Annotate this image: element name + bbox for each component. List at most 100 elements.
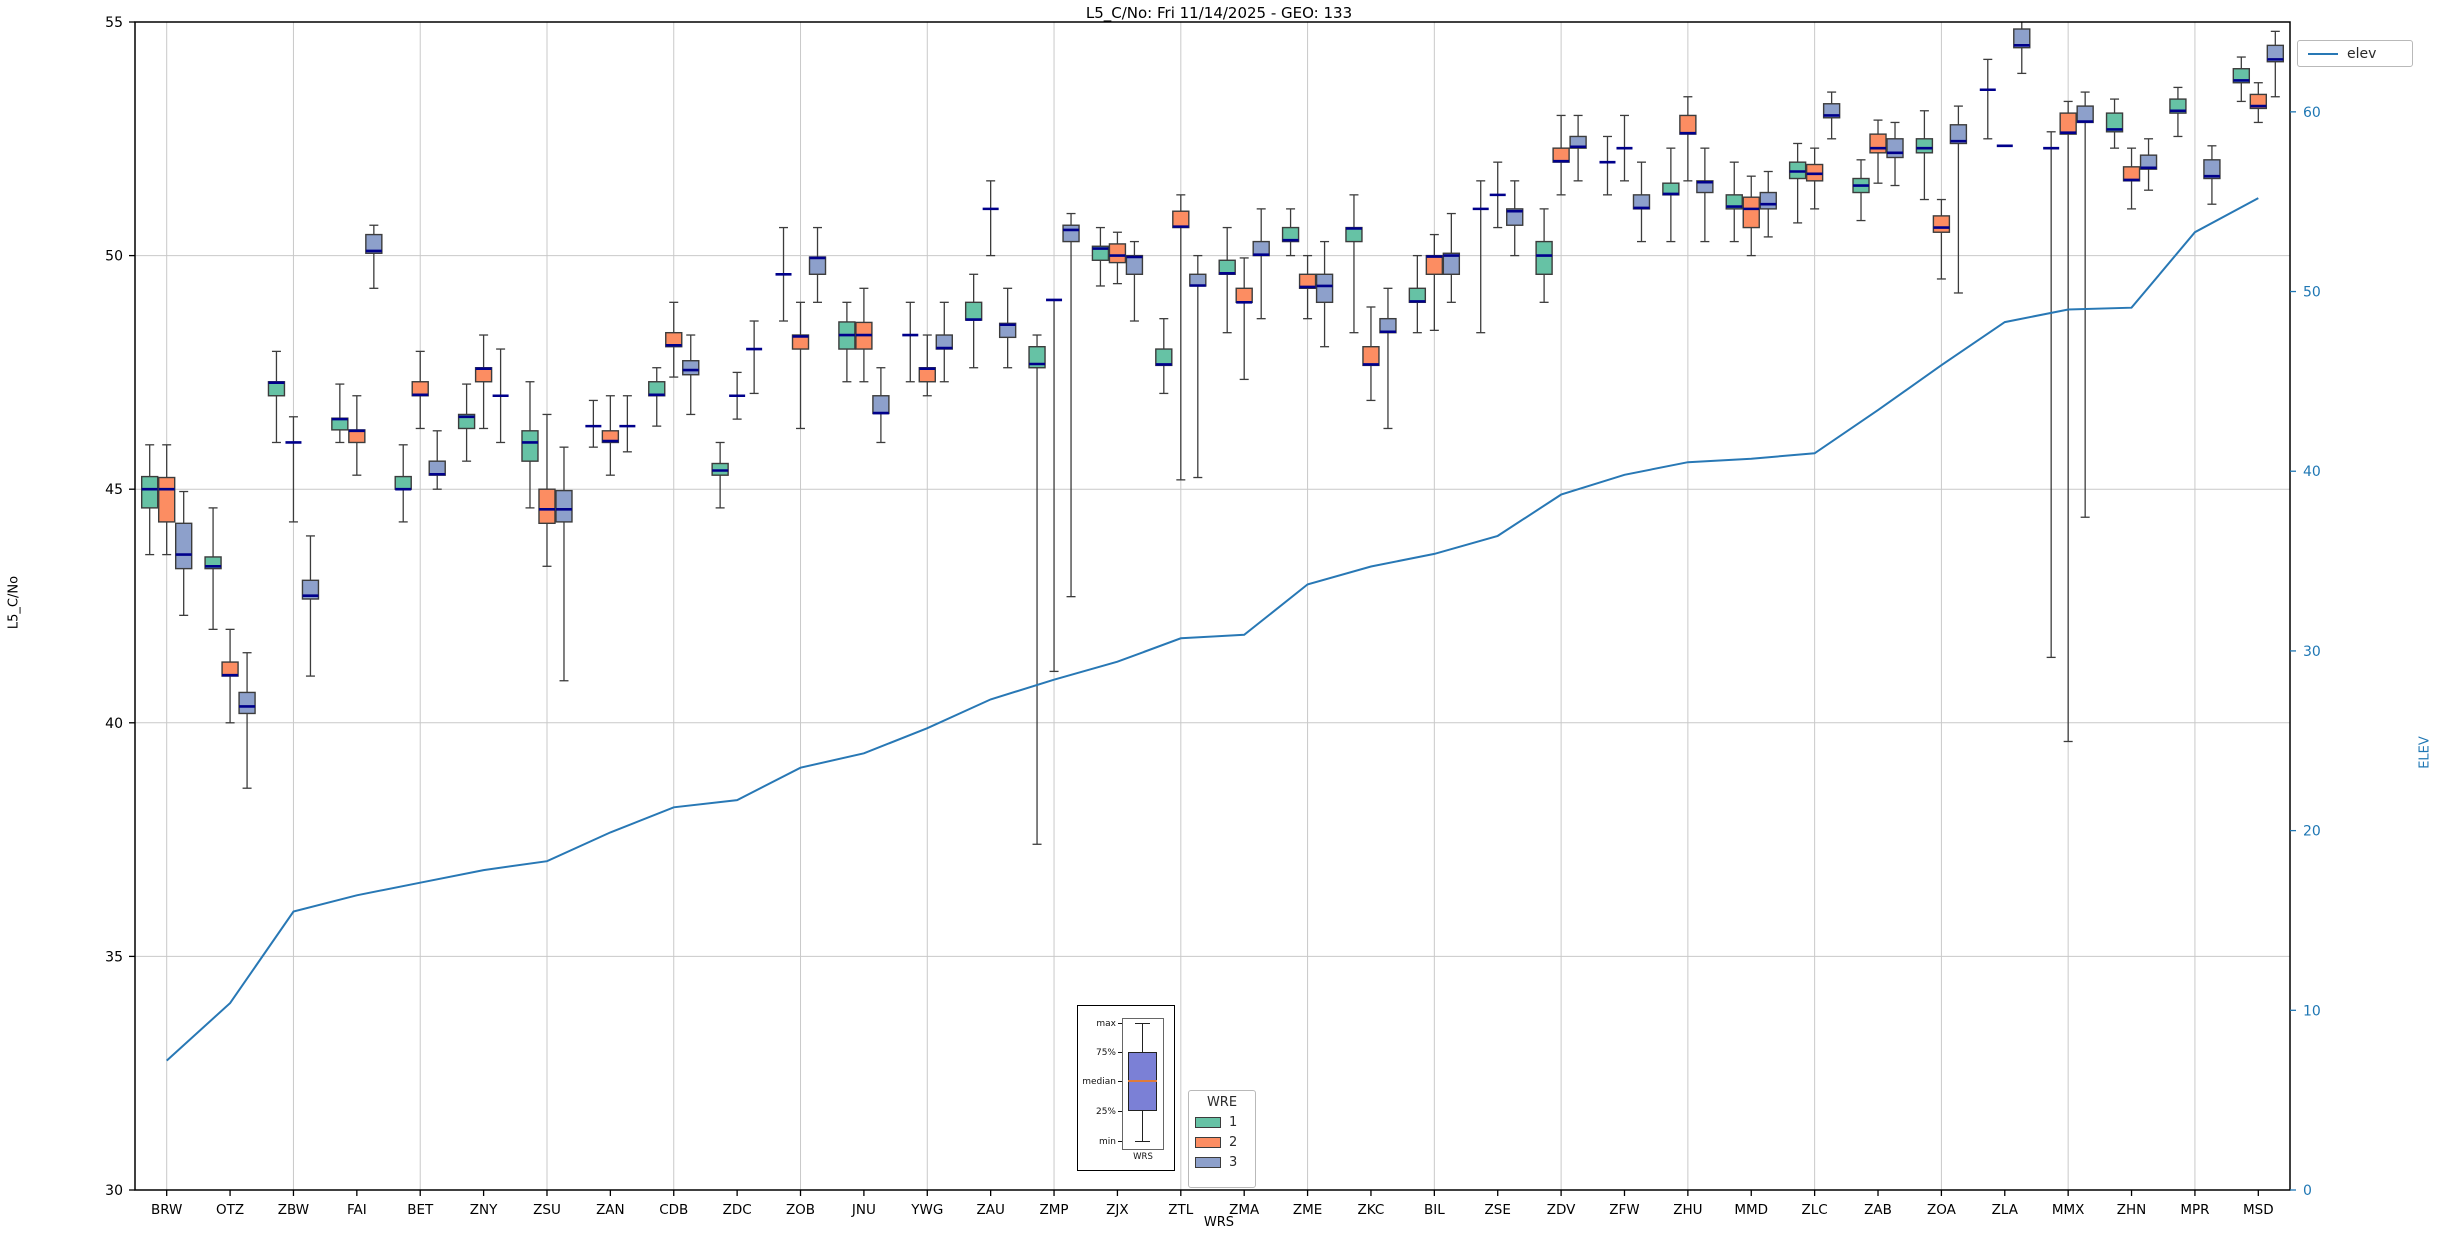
wre-legend-title: WRE — [1206, 1095, 1238, 1110]
box-ZAB-wre2 — [1869, 133, 1887, 154]
box-BET-wre1 — [394, 475, 412, 490]
station-MMX — [2043, 91, 2094, 743]
wre-legend-item-2: 2 — [1195, 1135, 1249, 1150]
elev-line — [166, 197, 2259, 1062]
box-ZMP-wre3 — [1062, 224, 1080, 243]
station-ZHN — [2105, 98, 2158, 210]
wre2-label: 2 — [1229, 1135, 1238, 1150]
ytick-right-60: 60 — [2303, 105, 2321, 121]
box-OTZ-wre3 — [238, 691, 256, 715]
box-CDB-wre3 — [682, 360, 700, 376]
ytick-right-0: 0 — [2303, 1183, 2312, 1199]
wre-legend: WRE 1 2 3 — [1188, 1090, 1256, 1188]
box-BRW-wre1 — [140, 475, 159, 509]
station-MMD — [1725, 161, 1777, 257]
station-OTZ — [204, 507, 256, 789]
wre-legend-item-3: 3 — [1195, 1155, 1249, 1170]
wre3-label: 3 — [1229, 1155, 1238, 1170]
axes: 3035404550550102030405060BRW OTZ ZBW FAI BET… — [105, 15, 2321, 1218]
gridlines — [135, 22, 2290, 1190]
station-ZJX — [1091, 226, 1144, 322]
inset-label-min: min — [1099, 1137, 1116, 1147]
box-ZJX-wre3 — [1125, 254, 1144, 275]
ytick-right-40: 40 — [2303, 464, 2321, 480]
station-ZKC — [1345, 194, 1397, 430]
plot-frame — [134, 21, 2291, 1191]
box-ZAB-wre3 — [1886, 138, 1904, 159]
box-ZAU-wre1 — [964, 301, 983, 321]
ytick-left-35: 35 — [105, 949, 123, 965]
inset-tick — [1118, 1111, 1122, 1112]
box-ZSU-wre1 — [521, 430, 539, 462]
box-MMX-wre3 — [2076, 105, 2094, 124]
box-ZOB-wre3 — [808, 256, 827, 275]
inset-median-line — [1128, 1080, 1157, 1082]
station-ZAU — [964, 180, 1017, 369]
inset-label-75: 75% — [1095, 1048, 1116, 1058]
box-ZMA-wre2 — [1235, 287, 1253, 304]
elev-legend-label: elev — [2347, 45, 2377, 62]
inset-label-max: max — [1096, 1019, 1116, 1029]
station-FAI — [331, 224, 383, 476]
box-ZME-wre3 — [1315, 273, 1334, 304]
station-ZDC — [711, 320, 763, 509]
box-ZJX-wre2 — [1108, 243, 1127, 264]
box-BRW-wre3 — [174, 522, 193, 570]
ytick-right-20: 20 — [2303, 824, 2321, 840]
box-ZTL-wre1 — [1155, 348, 1173, 367]
station-MSD — [2232, 30, 2285, 124]
ytick-left-50: 50 — [105, 249, 123, 265]
elev-line-swatch — [2308, 52, 2338, 55]
inset-whisker-cap-min — [1135, 1141, 1150, 1142]
box-ZHU-wre2 — [1679, 114, 1697, 135]
wre1-label: 1 — [1229, 1115, 1238, 1130]
box-ZKC-wre2 — [1362, 346, 1380, 367]
station-ZFW — [1599, 114, 1651, 243]
ytick-right-10: 10 — [2303, 1003, 2321, 1019]
wre1-swatch — [1195, 1117, 1221, 1128]
station-ZNY — [457, 334, 509, 462]
ytick-right-50: 50 — [2303, 285, 2321, 301]
box-series — [140, 22, 2285, 845]
box-BIL-wre2 — [1425, 254, 1444, 275]
box-ZTL-wre2 — [1172, 210, 1190, 229]
box-BRW-wre2 — [157, 476, 176, 523]
ytick-left-40: 40 — [105, 716, 123, 732]
station-ZMA — [1218, 208, 1270, 381]
box-ZSU-wre3 — [555, 489, 573, 523]
inset-tick — [1118, 1052, 1122, 1053]
figure: L5_C/No: Fri 11/14/2025 - GEO: 133 30 35 4… — [0, 0, 2438, 1240]
box-MMD-wre3 — [1759, 191, 1777, 210]
inset-tick — [1118, 1081, 1122, 1082]
ytick-left-55: 55 — [105, 15, 123, 31]
station-ZSE — [1472, 161, 1524, 334]
box-ZSU-wre2 — [538, 488, 556, 525]
box-JNU-wre3 — [872, 395, 890, 415]
ytick-right-30: 30 — [2303, 644, 2321, 660]
box-ZDV-wre1 — [1535, 240, 1553, 275]
x-axis-label: WRS — [1203, 1215, 1235, 1230]
box-ZOA-wre2 — [1932, 215, 1951, 233]
inset-label-median: median — [1082, 1077, 1116, 1087]
y-axis-label-right: ELEV — [2417, 736, 2433, 769]
box-MMD-wre2 — [1742, 196, 1760, 229]
box-ZOA-wre1 — [1915, 138, 1934, 154]
inset-whisker-cap-max — [1135, 1023, 1150, 1024]
inset-label-25: 25% — [1095, 1107, 1116, 1117]
wre3-swatch — [1195, 1157, 1221, 1168]
y-axis-label-left: L5_C/No — [6, 575, 22, 630]
box-MMX-wre2 — [2059, 112, 2077, 135]
wre-legend-item-1: 1 — [1195, 1115, 1249, 1130]
ytick-left-30: 30 — [105, 1183, 123, 1199]
station-ZAN — [585, 395, 636, 476]
elev-legend: elev — [2297, 40, 2413, 67]
inset-tick — [1118, 1141, 1122, 1142]
inset-tick — [1118, 1023, 1122, 1024]
inset-x-label: WRS — [1133, 1152, 1153, 1162]
station-ZAB — [1852, 119, 1904, 222]
station-JNU — [838, 287, 890, 444]
plot-canvas: 3035404550550102030405060BRW OTZ ZBW FAI BET… — [105, 15, 2321, 1218]
station-ZLA — [1979, 22, 2031, 148]
boxplot-explainer-inset: max 75% median 25% min WRS — [1077, 1005, 1175, 1171]
wre2-swatch — [1195, 1137, 1221, 1148]
